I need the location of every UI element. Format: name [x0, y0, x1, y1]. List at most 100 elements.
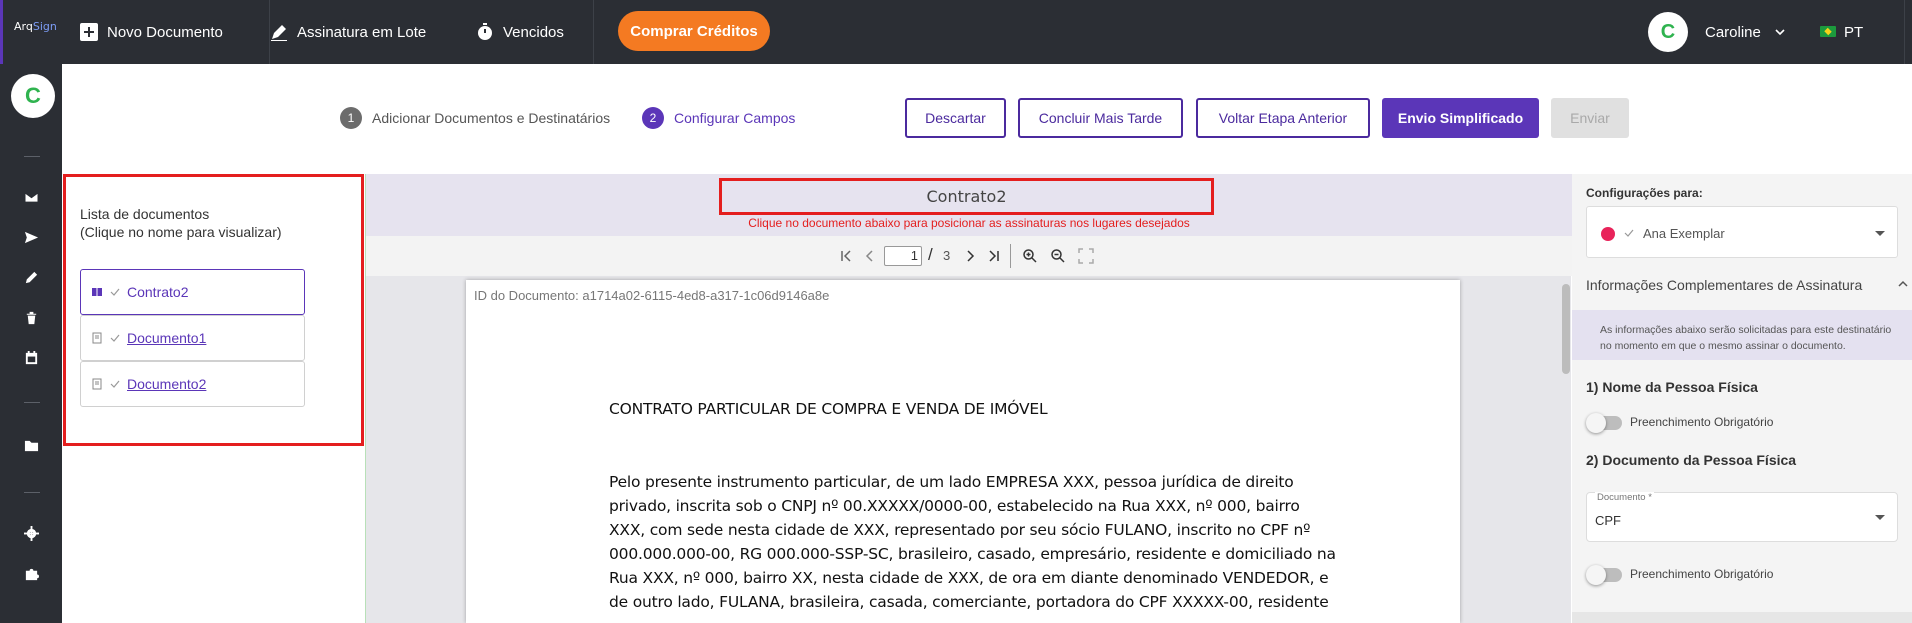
stopwatch-icon	[478, 23, 492, 40]
document-list-panel: Lista de documentos (Clique no nome para…	[63, 174, 364, 446]
folder-icon[interactable]	[22, 436, 40, 454]
body-line: Pelo presente instrumento particular, de…	[609, 473, 1294, 491]
document-item[interactable]: Documento2	[80, 361, 305, 407]
config-panel: Configurações para: Ana Exemplar Informa…	[1572, 174, 1912, 623]
batch-sign-button[interactable]: Assinatura em Lote	[270, 0, 426, 64]
document-list-title: Lista de documentos (Clique no nome para…	[80, 206, 282, 240]
section-title-document: 2) Documento da Pessoa Física	[1586, 452, 1797, 468]
plus-box-icon	[80, 23, 98, 41]
fullscreen-icon[interactable]	[1078, 248, 1094, 264]
rail-divider	[24, 156, 40, 157]
document-page[interactable]: ID do Documento: a1714a02-6115-4ed8-a317…	[466, 280, 1460, 623]
topbar-divider	[1904, 0, 1905, 64]
mandatory-toggle[interactable]	[1586, 565, 1622, 585]
check-icon	[110, 288, 120, 296]
mandatory-toggle[interactable]	[1586, 413, 1622, 433]
document-name[interactable]: Contrato2	[127, 284, 188, 300]
language-selector[interactable]: PT	[1844, 0, 1863, 64]
recipient-select[interactable]: Ana Exemplar	[1586, 206, 1898, 258]
user-avatar[interactable]: C	[1648, 12, 1688, 52]
pencil-icon[interactable]	[22, 268, 40, 286]
rail-avatar[interactable]: C	[11, 74, 55, 118]
topbar-divider	[593, 0, 594, 64]
mail-icon[interactable]	[22, 188, 40, 206]
document-item[interactable]: Documento1	[80, 315, 305, 361]
step-1-number: 1	[340, 107, 362, 129]
new-document-label: Novo Documento	[107, 23, 223, 41]
body-line: XXX, com sede nesta cidade de XXX, repre…	[609, 521, 1311, 539]
top-bar: Novo Documento Assinatura em Lote Vencid…	[62, 0, 1912, 64]
trash-icon[interactable]	[22, 308, 40, 326]
brazil-flag-icon[interactable]	[1820, 26, 1836, 37]
next-page-icon[interactable]	[962, 248, 978, 264]
discard-button[interactable]: Descartar	[905, 98, 1006, 138]
document-name[interactable]: Documento1	[127, 330, 206, 346]
batch-sign-label: Assinatura em Lote	[297, 23, 427, 41]
document-type-label: Documento *	[1595, 492, 1654, 503]
section-title-name: 1) Nome da Pessoa Física	[1586, 379, 1758, 395]
chevron-up-icon[interactable]	[1896, 277, 1910, 291]
last-page-icon[interactable]	[986, 248, 1002, 264]
mandatory-toggle-label: Preenchimento Obrigatório	[1630, 415, 1774, 429]
puzzle-icon[interactable]	[22, 564, 40, 582]
viewer-scrollbar[interactable]	[1562, 284, 1570, 374]
config-label: Configurações para:	[1586, 186, 1703, 200]
previous-page-icon[interactable]	[862, 248, 878, 264]
body-line: de outro lado, FULANA, brasileira, casad…	[609, 593, 1329, 611]
accordion-title[interactable]: Informações Complementares de Assinatura	[1586, 277, 1862, 293]
finish-later-button[interactable]: Concluir Mais Tarde	[1018, 98, 1183, 138]
app-logo[interactable]: ArqSign	[14, 20, 57, 33]
rail-divider	[24, 402, 40, 403]
info-box: As informações abaixo serão solicitadas …	[1572, 310, 1912, 360]
document-file-icon	[92, 288, 102, 296]
document-file-icon	[92, 332, 102, 344]
recipient-color-dot	[1601, 227, 1615, 241]
document-id: ID do Documento: a1714a02-6115-4ed8-a317…	[474, 288, 830, 303]
simplified-send-button[interactable]: Envio Simplificado	[1382, 98, 1539, 138]
step-1-label: Adicionar Documentos e Destinatários	[372, 110, 611, 126]
contract-heading: CONTRATO PARTICULAR DE COMPRA E VENDA DE…	[609, 400, 1048, 418]
document-type-value: CPF	[1595, 513, 1621, 528]
chevron-down-icon[interactable]	[1774, 26, 1786, 38]
document-viewer: Contrato2 Clique no documento abaixo par…	[365, 174, 1572, 623]
expired-button[interactable]: Vencidos	[476, 0, 564, 64]
body-line: privado, inscrita sob o CNPJ nº 00.XXXXX…	[609, 497, 1300, 515]
step-2[interactable]: 2 Configurar Campos	[642, 107, 795, 129]
mandatory-toggle-label: Preenchimento Obrigatório	[1630, 567, 1774, 581]
check-icon	[110, 334, 120, 342]
body-line: 000.000.000-00, RG 000.000-SSP-SC, brasi…	[609, 545, 1336, 563]
step-2-number: 2	[642, 107, 664, 129]
buy-credits-button[interactable]: Comprar Créditos	[618, 11, 770, 51]
placement-hint: Clique no documento abaixo para posicion…	[748, 216, 1190, 230]
caret-down-icon	[1875, 515, 1885, 520]
left-rail: ArqSign C	[0, 0, 62, 623]
previous-step-button[interactable]: Voltar Etapa Anterior	[1196, 98, 1370, 138]
viewer-header: Contrato2 Clique no documento abaixo par…	[366, 174, 1572, 236]
page-number-input[interactable]: 1	[884, 246, 922, 266]
step-2-label: Configurar Campos	[674, 110, 796, 126]
new-document-button[interactable]: Novo Documento	[80, 0, 223, 64]
document-name[interactable]: Documento2	[127, 376, 206, 392]
document-title: Contrato2	[719, 178, 1214, 215]
expired-label: Vencidos	[503, 23, 564, 41]
send-icon[interactable]	[22, 228, 40, 246]
contract-body: Pelo presente instrumento particular, de…	[609, 470, 1336, 614]
send-button[interactable]: Enviar	[1551, 98, 1629, 138]
page-separator: /	[928, 245, 933, 264]
document-type-select[interactable]: Documento * CPF	[1586, 492, 1898, 542]
calendar-icon[interactable]	[22, 348, 40, 366]
check-icon	[1624, 229, 1634, 237]
viewer-toolbar: 1 / 3	[366, 236, 1572, 276]
zoom-in-icon[interactable]	[1022, 248, 1038, 264]
user-name[interactable]: Caroline	[1705, 0, 1761, 64]
gear-icon[interactable]	[22, 524, 40, 542]
step-1[interactable]: 1 Adicionar Documentos e Destinatários	[340, 107, 610, 129]
body-line: Rua XXX, nº 000, bairro XX, nesta cidade…	[609, 569, 1329, 587]
signature-pen-icon	[271, 25, 287, 41]
rail-accent	[0, 0, 3, 64]
recipient-name: Ana Exemplar	[1643, 226, 1725, 241]
first-page-icon[interactable]	[838, 248, 854, 264]
document-item[interactable]: Contrato2	[80, 269, 305, 315]
app-root: ArqSign C Novo Documento Assinatura em L…	[0, 0, 1912, 623]
zoom-out-icon[interactable]	[1050, 248, 1066, 264]
